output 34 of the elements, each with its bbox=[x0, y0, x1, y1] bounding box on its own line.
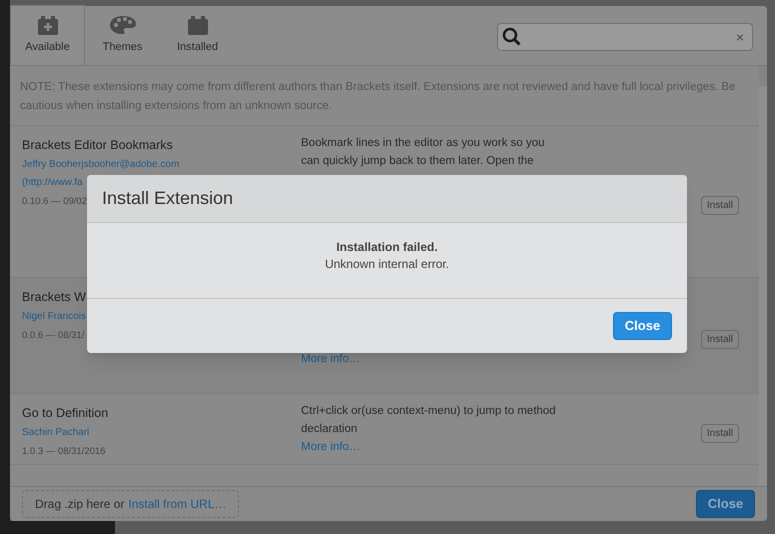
search-icon bbox=[502, 27, 522, 47]
dialog-close-button[interactable]: Close bbox=[613, 312, 672, 340]
extension-description: Ctrl+click or(use context-menu) to jump to method declaration bbox=[301, 404, 557, 437]
drop-zone[interactable]: Drag .zip here or Install from URL… bbox=[22, 490, 240, 518]
close-button[interactable]: Close bbox=[696, 490, 755, 518]
install-url-link[interactable]: Install from URL… bbox=[128, 495, 226, 513]
extension-description: Bookmark lines in the editor as you work so you can quickly jump back to them later. Open the bbox=[301, 136, 546, 169]
search-field[interactable]: × bbox=[497, 23, 753, 51]
version-date: 1.0.3 — 08/31/2016 bbox=[22, 445, 106, 459]
author-link[interactable]: Sachin Pachari bbox=[22, 424, 90, 442]
more-info-link[interactable]: More info… bbox=[301, 350, 360, 368]
extension-name: Brackets W bbox=[22, 289, 86, 306]
author-link[interactable]: (http://www.fa bbox=[22, 174, 83, 192]
palette-icon bbox=[108, 14, 136, 35]
version-date: 0.10.6 — 09/02 bbox=[22, 195, 87, 209]
tab[interactable]: Installed bbox=[160, 5, 235, 65]
box-icon bbox=[186, 14, 208, 35]
tab[interactable]: Available bbox=[10, 5, 85, 65]
extension-name: Go to Definition bbox=[22, 405, 108, 422]
install-button[interactable]: Install bbox=[700, 424, 739, 442]
install-button[interactable]: Install bbox=[700, 330, 739, 349]
tab[interactable]: Themes bbox=[85, 5, 160, 65]
more-info-link[interactable]: More info… bbox=[301, 438, 360, 456]
install-button[interactable]: Install bbox=[700, 196, 739, 215]
author-link[interactable]: Nigel Francois bbox=[22, 308, 86, 326]
error-message: Unknown internal error. bbox=[324, 256, 450, 273]
plus-box-icon bbox=[36, 15, 58, 36]
drop-hint: Drag .zip here or bbox=[35, 496, 124, 513]
dialog-title: Install Extension bbox=[102, 187, 234, 210]
extension-name: Brackets Editor Bookmarks bbox=[22, 137, 173, 154]
version-date: 0.0.6 — 08/31/ bbox=[22, 329, 84, 343]
author-link[interactable]: Jeffry Booherjsbooher@adobe.com bbox=[22, 156, 180, 174]
error-heading: Installation failed. bbox=[336, 239, 438, 256]
clear-button[interactable]: × bbox=[732, 26, 748, 48]
